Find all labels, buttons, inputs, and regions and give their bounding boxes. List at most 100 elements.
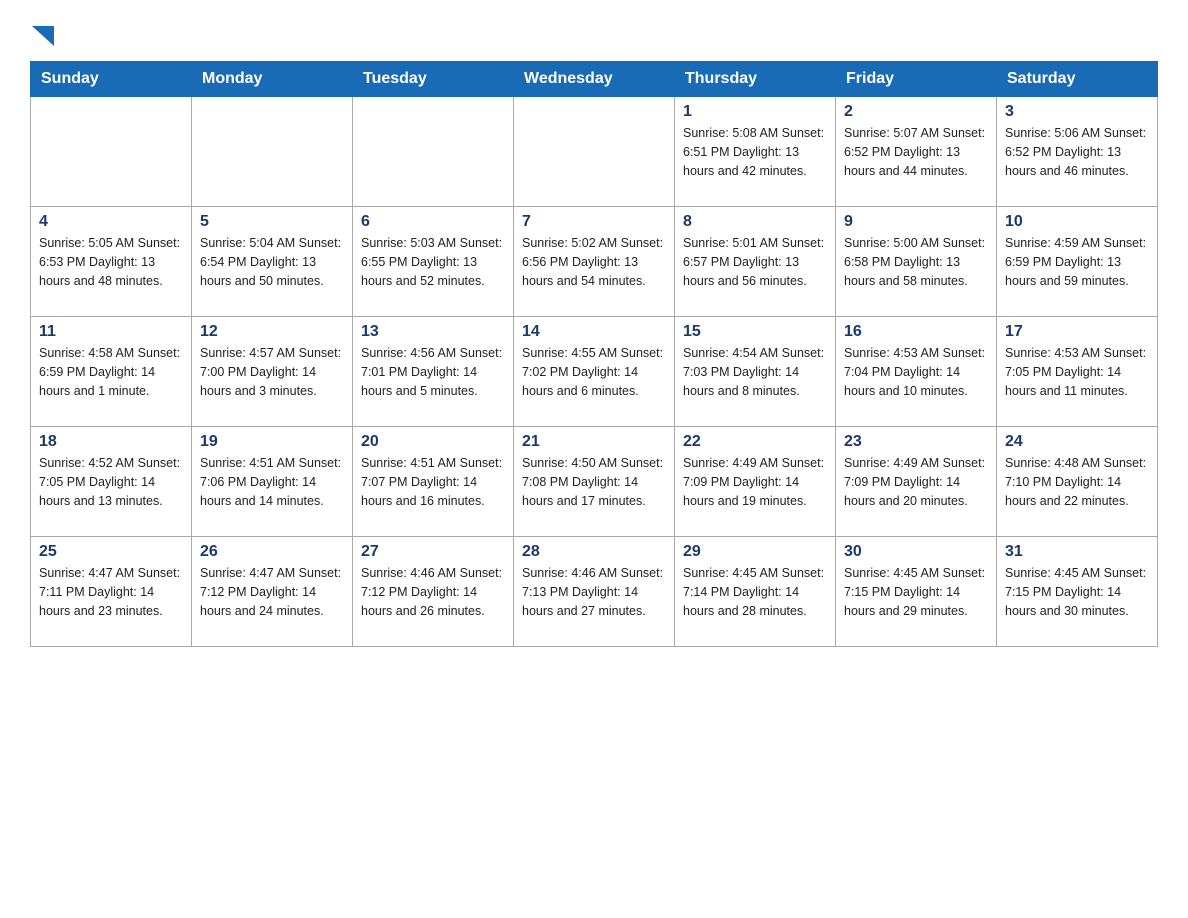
calendar-cell: 9Sunrise: 5:00 AM Sunset: 6:58 PM Daylig… [836, 207, 997, 317]
day-info: Sunrise: 5:03 AM Sunset: 6:55 PM Dayligh… [361, 234, 505, 290]
calendar-cell: 24 Sunrise: 4:48 AM Sunset: 7:10 PM Dayli… [997, 427, 1158, 537]
col-header-sunday: Sunday [31, 62, 192, 97]
calendar-cell: 1Sunrise: 5:08 AM Sunset: 6:51 PM Daylig… [675, 97, 836, 207]
day-info: Sunrise: 5:00 AM Sunset: 6:58 PM Dayligh… [844, 234, 988, 290]
day-info: Sunrise: 4:59 AM Sunset: 6:59 PM Dayligh… [1005, 234, 1149, 290]
calendar-cell [31, 97, 192, 207]
day-info: Sunrise: 4:58 AM Sunset: 6:59 PM Dayligh… [39, 344, 183, 400]
calendar-cell [514, 97, 675, 207]
day-number: 11 [39, 323, 183, 341]
day-info: Sunrise: 4:51 AM Sunset: 7:07 PM Dayligh… [361, 454, 505, 510]
day-info: Sunrise: 4:54 AM Sunset: 7:03 PM Dayligh… [683, 344, 827, 400]
day-number: 24 [1005, 433, 1149, 451]
calendar-table: SundayMondayTuesdayWednesdayThursdayFrid… [30, 61, 1158, 647]
day-number: 7 [522, 213, 666, 231]
day-info: Sunrise: 4:57 AM Sunset: 7:00 PM Dayligh… [200, 344, 344, 400]
calendar-cell: 25 Sunrise: 4:47 AM Sunset: 7:11 PM Dayli… [31, 537, 192, 647]
day-info: Sunrise: 5:04 AM Sunset: 6:54 PM Dayligh… [200, 234, 344, 290]
day-info: Sunrise: 4:46 AM Sunset: 7:12 PM Dayligh… [361, 564, 505, 620]
calendar-cell: 11 Sunrise: 4:58 AM Sunset: 6:59 PM Dayli… [31, 317, 192, 427]
calendar-cell: 15Sunrise: 4:54 AM Sunset: 7:03 PM Dayli… [675, 317, 836, 427]
day-info: Sunrise: 4:46 AM Sunset: 7:13 PM Dayligh… [522, 564, 666, 620]
logo-triangle-icon [32, 26, 54, 46]
day-info: Sunrise: 4:53 AM Sunset: 7:05 PM Dayligh… [1005, 344, 1149, 400]
calendar-cell: 13 Sunrise: 4:56 AM Sunset: 7:01 PM Dayli… [353, 317, 514, 427]
col-header-wednesday: Wednesday [514, 62, 675, 97]
calendar-cell: 16 Sunrise: 4:53 AM Sunset: 7:04 PM Dayli… [836, 317, 997, 427]
day-info: Sunrise: 5:06 AM Sunset: 6:52 PM Dayligh… [1005, 124, 1149, 180]
day-number: 25 [39, 543, 183, 561]
day-number: 26 [200, 543, 344, 561]
day-number: 13 [361, 323, 505, 341]
col-header-saturday: Saturday [997, 62, 1158, 97]
calendar-cell [353, 97, 514, 207]
day-number: 17 [1005, 323, 1149, 341]
calendar-cell: 14 Sunrise: 4:55 AM Sunset: 7:02 PM Dayli… [514, 317, 675, 427]
calendar-week-1: 1Sunrise: 5:08 AM Sunset: 6:51 PM Daylig… [31, 97, 1158, 207]
calendar-cell: 7 Sunrise: 5:02 AM Sunset: 6:56 PM Daylig… [514, 207, 675, 317]
day-number: 21 [522, 433, 666, 451]
day-info: Sunrise: 4:56 AM Sunset: 7:01 PM Dayligh… [361, 344, 505, 400]
calendar-cell: 19Sunrise: 4:51 AM Sunset: 7:06 PM Dayli… [192, 427, 353, 537]
calendar-cell: 29 Sunrise: 4:45 AM Sunset: 7:14 PM Dayli… [675, 537, 836, 647]
calendar-cell: 31Sunrise: 4:45 AM Sunset: 7:15 PM Dayli… [997, 537, 1158, 647]
day-info: Sunrise: 4:47 AM Sunset: 7:11 PM Dayligh… [39, 564, 183, 620]
day-number: 8 [683, 213, 827, 231]
calendar-cell: 5 Sunrise: 5:04 AM Sunset: 6:54 PM Daylig… [192, 207, 353, 317]
day-info: Sunrise: 4:47 AM Sunset: 7:12 PM Dayligh… [200, 564, 344, 620]
day-info: Sunrise: 5:08 AM Sunset: 6:51 PM Dayligh… [683, 124, 827, 180]
day-number: 23 [844, 433, 988, 451]
day-number: 14 [522, 323, 666, 341]
day-number: 3 [1005, 103, 1149, 121]
calendar-cell: 6 Sunrise: 5:03 AM Sunset: 6:55 PM Daylig… [353, 207, 514, 317]
calendar-cell: 27 Sunrise: 4:46 AM Sunset: 7:12 PM Dayli… [353, 537, 514, 647]
day-info: Sunrise: 4:49 AM Sunset: 7:09 PM Dayligh… [844, 454, 988, 510]
day-info: Sunrise: 5:01 AM Sunset: 6:57 PM Dayligh… [683, 234, 827, 290]
calendar-week-4: 18 Sunrise: 4:52 AM Sunset: 7:05 PM Dayli… [31, 427, 1158, 537]
calendar-cell: 2 Sunrise: 5:07 AM Sunset: 6:52 PM Daylig… [836, 97, 997, 207]
day-info: Sunrise: 4:55 AM Sunset: 7:02 PM Dayligh… [522, 344, 666, 400]
day-number: 27 [361, 543, 505, 561]
day-info: Sunrise: 4:52 AM Sunset: 7:05 PM Dayligh… [39, 454, 183, 510]
day-info: Sunrise: 4:48 AM Sunset: 7:10 PM Dayligh… [1005, 454, 1149, 510]
day-info: Sunrise: 5:02 AM Sunset: 6:56 PM Dayligh… [522, 234, 666, 290]
calendar-cell: 4Sunrise: 5:05 AM Sunset: 6:53 PM Daylig… [31, 207, 192, 317]
calendar-cell: 3 Sunrise: 5:06 AM Sunset: 6:52 PM Daylig… [997, 97, 1158, 207]
day-number: 18 [39, 433, 183, 451]
day-number: 31 [1005, 543, 1149, 561]
day-number: 6 [361, 213, 505, 231]
day-info: Sunrise: 4:49 AM Sunset: 7:09 PM Dayligh… [683, 454, 827, 510]
calendar-cell: 8 Sunrise: 5:01 AM Sunset: 6:57 PM Daylig… [675, 207, 836, 317]
day-number: 22 [683, 433, 827, 451]
calendar-cell: 18 Sunrise: 4:52 AM Sunset: 7:05 PM Dayli… [31, 427, 192, 537]
day-info: Sunrise: 5:07 AM Sunset: 6:52 PM Dayligh… [844, 124, 988, 180]
day-number: 12 [200, 323, 344, 341]
calendar-cell: 12 Sunrise: 4:57 AM Sunset: 7:00 PM Dayli… [192, 317, 353, 427]
day-number: 29 [683, 543, 827, 561]
day-number: 20 [361, 433, 505, 451]
day-info: Sunrise: 4:51 AM Sunset: 7:06 PM Dayligh… [200, 454, 344, 510]
calendar-cell: 22 Sunrise: 4:49 AM Sunset: 7:09 PM Dayli… [675, 427, 836, 537]
day-number: 28 [522, 543, 666, 561]
calendar-week-2: 4Sunrise: 5:05 AM Sunset: 6:53 PM Daylig… [31, 207, 1158, 317]
calendar-cell: 20 Sunrise: 4:51 AM Sunset: 7:07 PM Dayli… [353, 427, 514, 537]
day-number: 30 [844, 543, 988, 561]
day-number: 5 [200, 213, 344, 231]
logo [30, 20, 54, 51]
day-info: Sunrise: 4:45 AM Sunset: 7:14 PM Dayligh… [683, 564, 827, 620]
day-number: 16 [844, 323, 988, 341]
col-header-friday: Friday [836, 62, 997, 97]
calendar-week-3: 11 Sunrise: 4:58 AM Sunset: 6:59 PM Dayli… [31, 317, 1158, 427]
calendar-cell: 26 Sunrise: 4:47 AM Sunset: 7:12 PM Dayli… [192, 537, 353, 647]
calendar-cell: 10 Sunrise: 4:59 AM Sunset: 6:59 PM Dayli… [997, 207, 1158, 317]
day-number: 2 [844, 103, 988, 121]
col-header-tuesday: Tuesday [353, 62, 514, 97]
calendar-cell: 30Sunrise: 4:45 AM Sunset: 7:15 PM Dayli… [836, 537, 997, 647]
col-header-thursday: Thursday [675, 62, 836, 97]
calendar-cell: 28 Sunrise: 4:46 AM Sunset: 7:13 PM Dayli… [514, 537, 675, 647]
day-info: Sunrise: 4:50 AM Sunset: 7:08 PM Dayligh… [522, 454, 666, 510]
day-info: Sunrise: 4:53 AM Sunset: 7:04 PM Dayligh… [844, 344, 988, 400]
day-number: 4 [39, 213, 183, 231]
day-number: 10 [1005, 213, 1149, 231]
calendar-cell: 17 Sunrise: 4:53 AM Sunset: 7:05 PM Dayli… [997, 317, 1158, 427]
